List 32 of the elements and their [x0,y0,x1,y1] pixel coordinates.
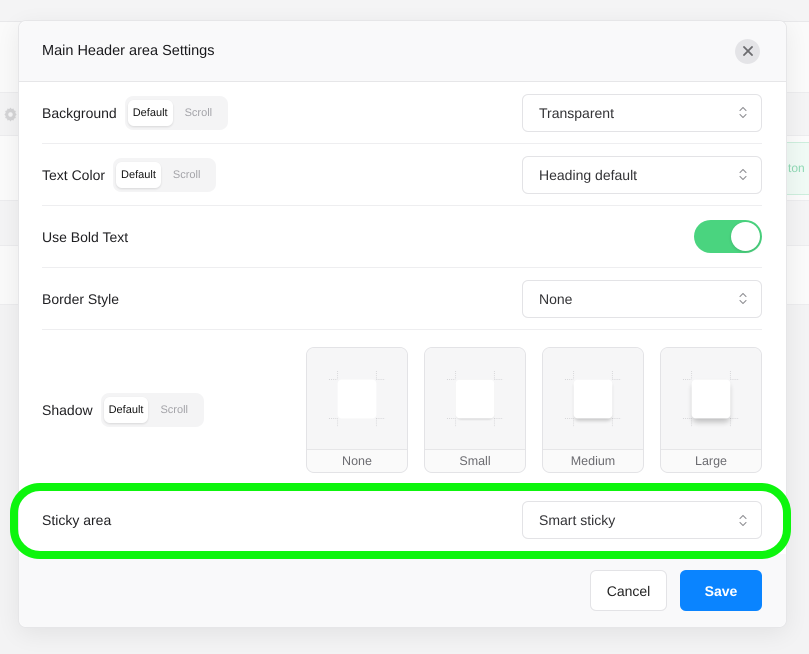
mode-tab[interactable]: Default [116,162,161,188]
setting-label: Background [42,104,117,120]
shadow-option[interactable]: Small [424,347,526,473]
dropdown[interactable]: Smart sticky [522,501,762,539]
gear-icon[interactable] [3,106,18,122]
shadow-square-icon [446,370,504,428]
shadow-square-icon [328,370,386,428]
setting-label: Shadow [42,402,93,418]
close-icon [742,46,752,56]
shadow-square-icon [564,370,622,428]
dropdown[interactable]: None [522,280,762,318]
close-button[interactable] [735,38,760,64]
mode-tab[interactable]: Default [104,396,148,422]
dropdown[interactable]: Heading default [522,156,762,194]
cancel-button[interactable]: Cancel [590,570,667,611]
shadow-option[interactable]: None [306,347,408,473]
dropdown[interactable]: Transparent [522,94,762,132]
dialog-title: Main Header area Settings [42,43,214,59]
shadow-option[interactable]: Large [660,347,762,473]
setting-label: Sticky area [42,512,112,528]
chevron-updown-icon [739,514,747,526]
chevron-updown-icon [739,106,747,119]
setting-label: Text Color [42,166,106,182]
shadow-option[interactable]: Medium [542,347,644,473]
setting-label: Use Bold Text [42,228,128,244]
shadow-square-icon [682,370,740,428]
mode-tab[interactable]: Default [128,100,173,126]
chevron-updown-icon [739,292,747,305]
chevron-updown-icon [739,168,747,181]
setting-label: Border Style [42,290,120,306]
save-button[interactable]: Save [680,570,762,611]
toggle-switch[interactable] [694,220,762,253]
